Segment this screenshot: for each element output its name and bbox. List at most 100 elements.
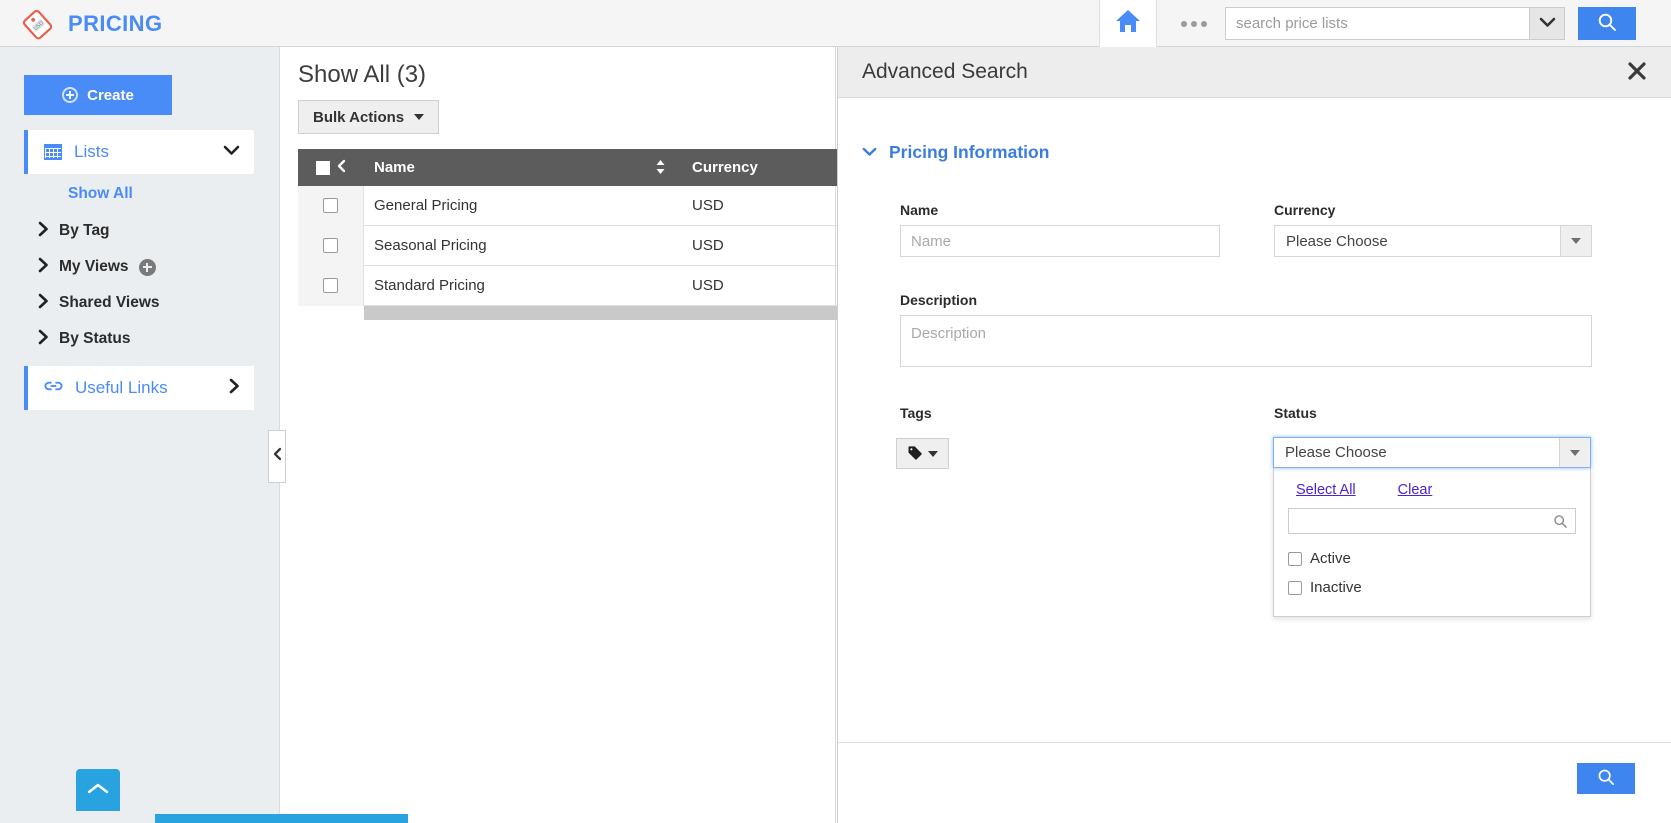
create-button-label: Create xyxy=(87,86,134,104)
table-row[interactable]: Standard Pricing USD xyxy=(298,265,858,306)
chevron-left-icon xyxy=(273,447,282,466)
list-panel: Show All (3) Bulk Actions Name Currency … xyxy=(281,47,858,823)
select-all-header-cell[interactable] xyxy=(298,159,364,177)
currency-select[interactable]: Please Choose xyxy=(1274,225,1592,257)
search-icon xyxy=(1597,768,1615,789)
row-select-cell[interactable] xyxy=(298,185,364,226)
close-icon xyxy=(1627,61,1647,84)
status-dropdown-links: Select All Clear xyxy=(1274,478,1590,508)
price-lists-table: Name Currency General Pricing USD Season… xyxy=(298,149,858,320)
description-field[interactable] xyxy=(900,315,1592,367)
sidebar-item-by-tag[interactable]: By Tag xyxy=(24,213,254,249)
clear-link[interactable]: Clear xyxy=(1398,482,1433,498)
search-icon xyxy=(1597,12,1617,35)
create-button[interactable]: Create xyxy=(24,75,172,115)
status-filter-input[interactable] xyxy=(1289,509,1553,533)
row-checkbox[interactable] xyxy=(323,238,338,253)
search-input[interactable] xyxy=(1225,7,1529,40)
sidebar-item-my-views-label: My Views xyxy=(59,258,129,275)
sidebar-item-useful-links[interactable]: Useful Links xyxy=(24,366,254,410)
row-checkbox[interactable] xyxy=(323,198,338,213)
plus-circle-icon xyxy=(62,87,79,103)
sidebar-item-by-tag-label: By Tag xyxy=(59,222,110,239)
chevron-left-icon[interactable] xyxy=(337,159,346,177)
sidebar-item-by-status-label: By Status xyxy=(59,330,131,347)
select-all-checkbox[interactable] xyxy=(316,160,330,175)
chevron-right-icon xyxy=(38,221,49,242)
column-header-name-label: Name xyxy=(374,158,415,176)
collapse-panel-handle[interactable] xyxy=(268,430,286,483)
name-field[interactable] xyxy=(900,225,1220,257)
row-select-cell[interactable] xyxy=(298,225,364,266)
status-filter-box xyxy=(1288,508,1576,534)
chevron-down-icon xyxy=(862,144,877,162)
currency-select-value: Please Choose xyxy=(1286,232,1388,250)
status-option-active[interactable]: Active xyxy=(1274,544,1590,573)
horizontal-scrollbar[interactable] xyxy=(298,306,858,320)
column-header-name[interactable]: Name xyxy=(364,159,682,176)
column-header-currency-label: Currency xyxy=(692,159,758,176)
table-row[interactable]: General Pricing USD xyxy=(298,185,858,226)
caret-down-icon[interactable] xyxy=(1559,438,1590,467)
advanced-search-header: Advanced Search xyxy=(838,47,1671,98)
table-row[interactable]: Seasonal Pricing USD xyxy=(298,225,858,266)
grid-icon xyxy=(44,144,62,160)
brand-title: PRICING xyxy=(68,11,163,36)
sidebar-item-shared-views-label: Shared Views xyxy=(59,294,160,311)
global-search xyxy=(1225,7,1565,40)
search-scope-dropdown[interactable] xyxy=(1529,7,1565,40)
sort-updown-icon[interactable] xyxy=(655,159,666,176)
chevron-down-icon xyxy=(223,143,240,161)
status-select-control[interactable]: Please Choose xyxy=(1273,437,1591,468)
scroll-to-top-button[interactable] xyxy=(76,769,120,811)
advanced-search-title: Advanced Search xyxy=(862,60,1028,83)
cell-currency: USD xyxy=(692,277,724,294)
search-icon xyxy=(1553,514,1575,529)
home-button[interactable] xyxy=(1099,0,1157,47)
chevron-right-icon xyxy=(38,257,49,278)
close-button[interactable] xyxy=(1624,59,1650,85)
more-options-button[interactable] xyxy=(1172,0,1216,47)
sidebar-item-my-views[interactable]: My Views xyxy=(24,249,254,285)
currency-field-label: Currency xyxy=(1274,202,1336,218)
section-toggle-pricing-information[interactable]: Pricing Information xyxy=(862,142,1049,163)
sidebar-item-by-status[interactable]: By Status xyxy=(24,321,254,357)
bulk-actions-label: Bulk Actions xyxy=(313,108,405,126)
description-field-label: Description xyxy=(900,292,978,308)
status-option-label: Inactive xyxy=(1310,579,1362,596)
chevron-up-icon xyxy=(87,782,109,798)
application-window: USD PRICING search price lists Create Li… xyxy=(0,0,1671,823)
name-field-label: Name xyxy=(900,202,939,218)
status-option-inactive[interactable]: Inactive xyxy=(1274,573,1590,602)
status-option-checkbox[interactable] xyxy=(1288,580,1302,595)
cell-currency: USD xyxy=(692,197,724,214)
advanced-search-footer xyxy=(838,742,1671,823)
more-dots-icon xyxy=(1181,20,1187,27)
row-select-cell[interactable] xyxy=(298,265,364,306)
add-view-icon[interactable] xyxy=(138,258,156,276)
select-all-link[interactable]: Select All xyxy=(1296,482,1356,498)
tags-picker-button[interactable] xyxy=(896,438,949,469)
price-tag-icon: USD xyxy=(22,7,56,41)
sidebar-item-show-all[interactable]: Show All xyxy=(24,176,254,212)
cell-name: General Pricing xyxy=(374,197,478,214)
status-field-label: Status xyxy=(1274,405,1317,421)
advanced-search-panel: Advanced Search Pricing Information Name xyxy=(837,47,1671,823)
column-header-currency[interactable]: Currency xyxy=(682,159,858,176)
run-search-button[interactable] xyxy=(1577,763,1635,794)
caret-down-icon xyxy=(928,450,938,457)
row-checkbox[interactable] xyxy=(323,278,338,293)
sidebar-item-lists[interactable]: Lists xyxy=(24,130,254,174)
chevron-right-icon xyxy=(38,329,49,350)
tags-field-label: Tags xyxy=(900,405,932,421)
sidebar-item-shared-views[interactable]: Shared Views xyxy=(24,285,254,321)
status-option-checkbox[interactable] xyxy=(1288,551,1302,566)
chevron-down-icon xyxy=(1539,15,1556,33)
caret-down-icon[interactable] xyxy=(1560,226,1591,256)
table-header-row: Name Currency xyxy=(298,149,858,186)
scrollbar-thumb[interactable] xyxy=(364,306,858,320)
link-icon xyxy=(44,378,63,399)
more-dots-icon xyxy=(1191,20,1197,27)
bulk-actions-button[interactable]: Bulk Actions xyxy=(298,100,440,134)
search-submit-button[interactable] xyxy=(1578,7,1636,40)
